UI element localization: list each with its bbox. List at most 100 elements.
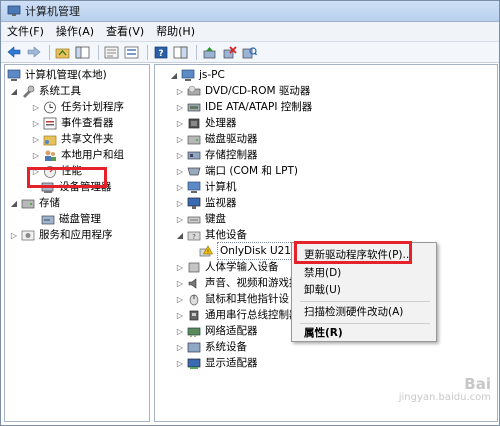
forward-button[interactable] (25, 44, 42, 61)
expanded-arrow-icon[interactable]: ◢ (9, 87, 19, 96)
collapsed-arrow-icon[interactable]: ▷ (175, 103, 185, 112)
tree-item-services-applications[interactable]: ▷ 服务和应用程序 (9, 227, 113, 243)
computer-icon (187, 181, 201, 193)
event-viewer-icon (43, 117, 57, 129)
expanded-arrow-icon[interactable]: ◢ (9, 199, 19, 208)
device-category-sound-video[interactable]: ▷ 声音、视频和游戏控 (175, 275, 300, 291)
export-list-button[interactable] (123, 44, 140, 61)
collapsed-arrow-icon[interactable]: ▷ (175, 327, 185, 336)
collapsed-arrow-icon[interactable]: ▷ (175, 183, 185, 192)
help-button[interactable]: ? (152, 44, 169, 61)
clock-icon (44, 101, 56, 113)
watermark-line-1: Bai (464, 375, 491, 393)
collapsed-arrow-icon[interactable]: ▷ (175, 215, 185, 224)
tree-item-task-scheduler[interactable]: ▷ 任务计划程序 (31, 99, 124, 115)
device-category-mice[interactable]: ▷ 鼠标和其他指针设 (175, 291, 289, 307)
collapsed-arrow-icon[interactable]: ▷ (31, 119, 41, 128)
svg-text:!: ! (207, 249, 209, 255)
list-icon (124, 46, 139, 58)
expanded-arrow-icon[interactable]: ◢ (169, 71, 179, 80)
collapsed-arrow-icon[interactable]: ▷ (175, 359, 185, 368)
device-category-system-devices[interactable]: ▷ 系统设备 (175, 339, 247, 355)
device-onlydisk-u210[interactable]: ! OnlyDisk U210 (199, 242, 301, 260)
device-category-hid[interactable]: ▷ 人体学输入设备 (175, 259, 279, 275)
collapsed-arrow-icon[interactable]: ▷ (175, 167, 185, 176)
device-category-other-devices[interactable]: ◢ ? 其他设备 (175, 227, 247, 243)
up-level-button[interactable] (54, 44, 71, 61)
device-category-ide[interactable]: ▷ IDE ATA/ATAPI 控制器 (175, 99, 312, 115)
update-driver-highlight (294, 241, 412, 264)
update-driver-toolbar-button[interactable] (201, 44, 218, 61)
collapsed-arrow-icon[interactable]: ▷ (175, 279, 185, 288)
collapsed-arrow-icon[interactable]: ▷ (31, 135, 41, 144)
collapsed-arrow-icon[interactable]: ▷ (175, 343, 185, 352)
computer-management-window: 计算机管理 文件(F) 操作(A) 查看(V) 帮助(H) ? 计算机管理(本地… (0, 0, 500, 426)
properties-menu-item[interactable]: 属性(R) (304, 324, 343, 342)
device-category-storage-controllers[interactable]: ▷ 存储控制器 (175, 147, 258, 163)
device-category-network-adapters[interactable]: ▷ 网络适配器 (175, 323, 258, 339)
menu-view[interactable]: 查看(V) (100, 22, 150, 42)
device-category-processor[interactable]: ▷ 处理器 (175, 115, 237, 131)
device-category-computer[interactable]: ▷ 计算机 (175, 179, 237, 195)
system-device-icon (187, 342, 201, 352)
tree-item-storage[interactable]: ◢ 存储 (9, 195, 60, 211)
menu-file[interactable]: 文件(F) (1, 22, 50, 42)
back-button[interactable] (5, 44, 22, 61)
device-category-display-adapters[interactable]: ▷ 显示适配器 (175, 355, 258, 371)
toolbar-separator (98, 44, 99, 60)
device-category-disk-drives[interactable]: ▷ 磁盘驱动器 (175, 131, 258, 147)
port-icon (187, 167, 201, 175)
menu-action[interactable]: 操作(A) (50, 22, 100, 42)
menu-help[interactable]: 帮助(H) (150, 22, 201, 42)
scan-hardware-menu-item[interactable]: 扫描检测硬件改动(A) (304, 303, 403, 321)
collapsed-arrow-icon[interactable]: ▷ (9, 231, 19, 240)
collapsed-arrow-icon[interactable]: ▷ (31, 151, 41, 160)
device-tree-root[interactable]: ◢ js-PC (169, 67, 225, 83)
back-arrow-icon (7, 46, 20, 58)
toolbar-separator (49, 44, 50, 60)
display-adapter-icon (187, 358, 201, 369)
forward-arrow-icon (27, 46, 40, 58)
collapsed-arrow-icon[interactable]: ▷ (31, 103, 41, 112)
tree-item-local-users-groups[interactable]: ▷ 本地用户和组 (31, 147, 124, 163)
processor-icon (188, 118, 200, 128)
properties-toolbar-button[interactable] (103, 44, 120, 61)
menu-bar: 文件(F) 操作(A) 查看(V) 帮助(H) (1, 22, 499, 42)
uninstall-icon (223, 45, 237, 58)
title-bar: 计算机管理 (1, 1, 499, 22)
expanded-arrow-icon[interactable]: ◢ (175, 231, 185, 240)
collapsed-arrow-icon[interactable]: ▷ (175, 263, 185, 272)
tree-item-system-tools[interactable]: ◢ 系统工具 (9, 83, 81, 99)
collapsed-arrow-icon[interactable]: ▷ (175, 119, 185, 128)
collapsed-arrow-icon[interactable]: ▷ (175, 151, 185, 160)
collapsed-arrow-icon[interactable]: ▷ (175, 199, 185, 208)
device-category-usb[interactable]: ▷ 通用串行总线控制器 (175, 307, 300, 323)
dvd-drive-icon (187, 85, 201, 95)
computer-icon (181, 69, 195, 81)
tree-item-shared-folders[interactable]: ▷ 共享文件夹 (31, 131, 114, 147)
disable-menu-item[interactable]: 禁用(D) (304, 264, 341, 282)
folder-up-icon (55, 48, 70, 58)
device-category-dvd[interactable]: ▷ DVD/CD-ROM 驱动器 (175, 83, 310, 99)
view-pane-icon (173, 46, 188, 58)
show-hide-tree-button[interactable] (74, 44, 91, 61)
uninstall-menu-item[interactable]: 卸载(U) (304, 281, 341, 299)
collapsed-arrow-icon[interactable]: ▷ (175, 87, 185, 96)
keyboard-icon (187, 216, 201, 223)
tree-item-computer-management-local[interactable]: 计算机管理(本地) (7, 67, 107, 83)
view-button[interactable] (172, 44, 189, 61)
uninstall-toolbar-button[interactable] (221, 44, 238, 61)
collapsed-arrow-icon[interactable]: ▷ (175, 311, 185, 320)
tree-item-disk-management[interactable]: 磁盘管理 (41, 211, 101, 227)
context-menu-separator (300, 301, 430, 302)
console-tree-pane: 计算机管理(本地) ◢ 系统工具 ▷ 任务计划程序 ▷ 事件查看器 ▷ 共享文件… (4, 64, 150, 422)
tree-item-event-viewer[interactable]: ▷ 事件查看器 (31, 115, 114, 131)
device-category-keyboards[interactable]: ▷ 键盘 (175, 211, 226, 227)
collapsed-arrow-icon[interactable]: ▷ (175, 135, 185, 144)
device-category-ports[interactable]: ▷ 端口 (COM 和 LPT) (175, 163, 298, 179)
svg-text:?: ? (192, 233, 196, 241)
disk-drive-icon (187, 135, 201, 144)
collapsed-arrow-icon[interactable]: ▷ (175, 295, 185, 304)
device-category-monitors[interactable]: ▷ 监视器 (175, 195, 237, 211)
scan-hardware-toolbar-button[interactable] (241, 44, 258, 61)
